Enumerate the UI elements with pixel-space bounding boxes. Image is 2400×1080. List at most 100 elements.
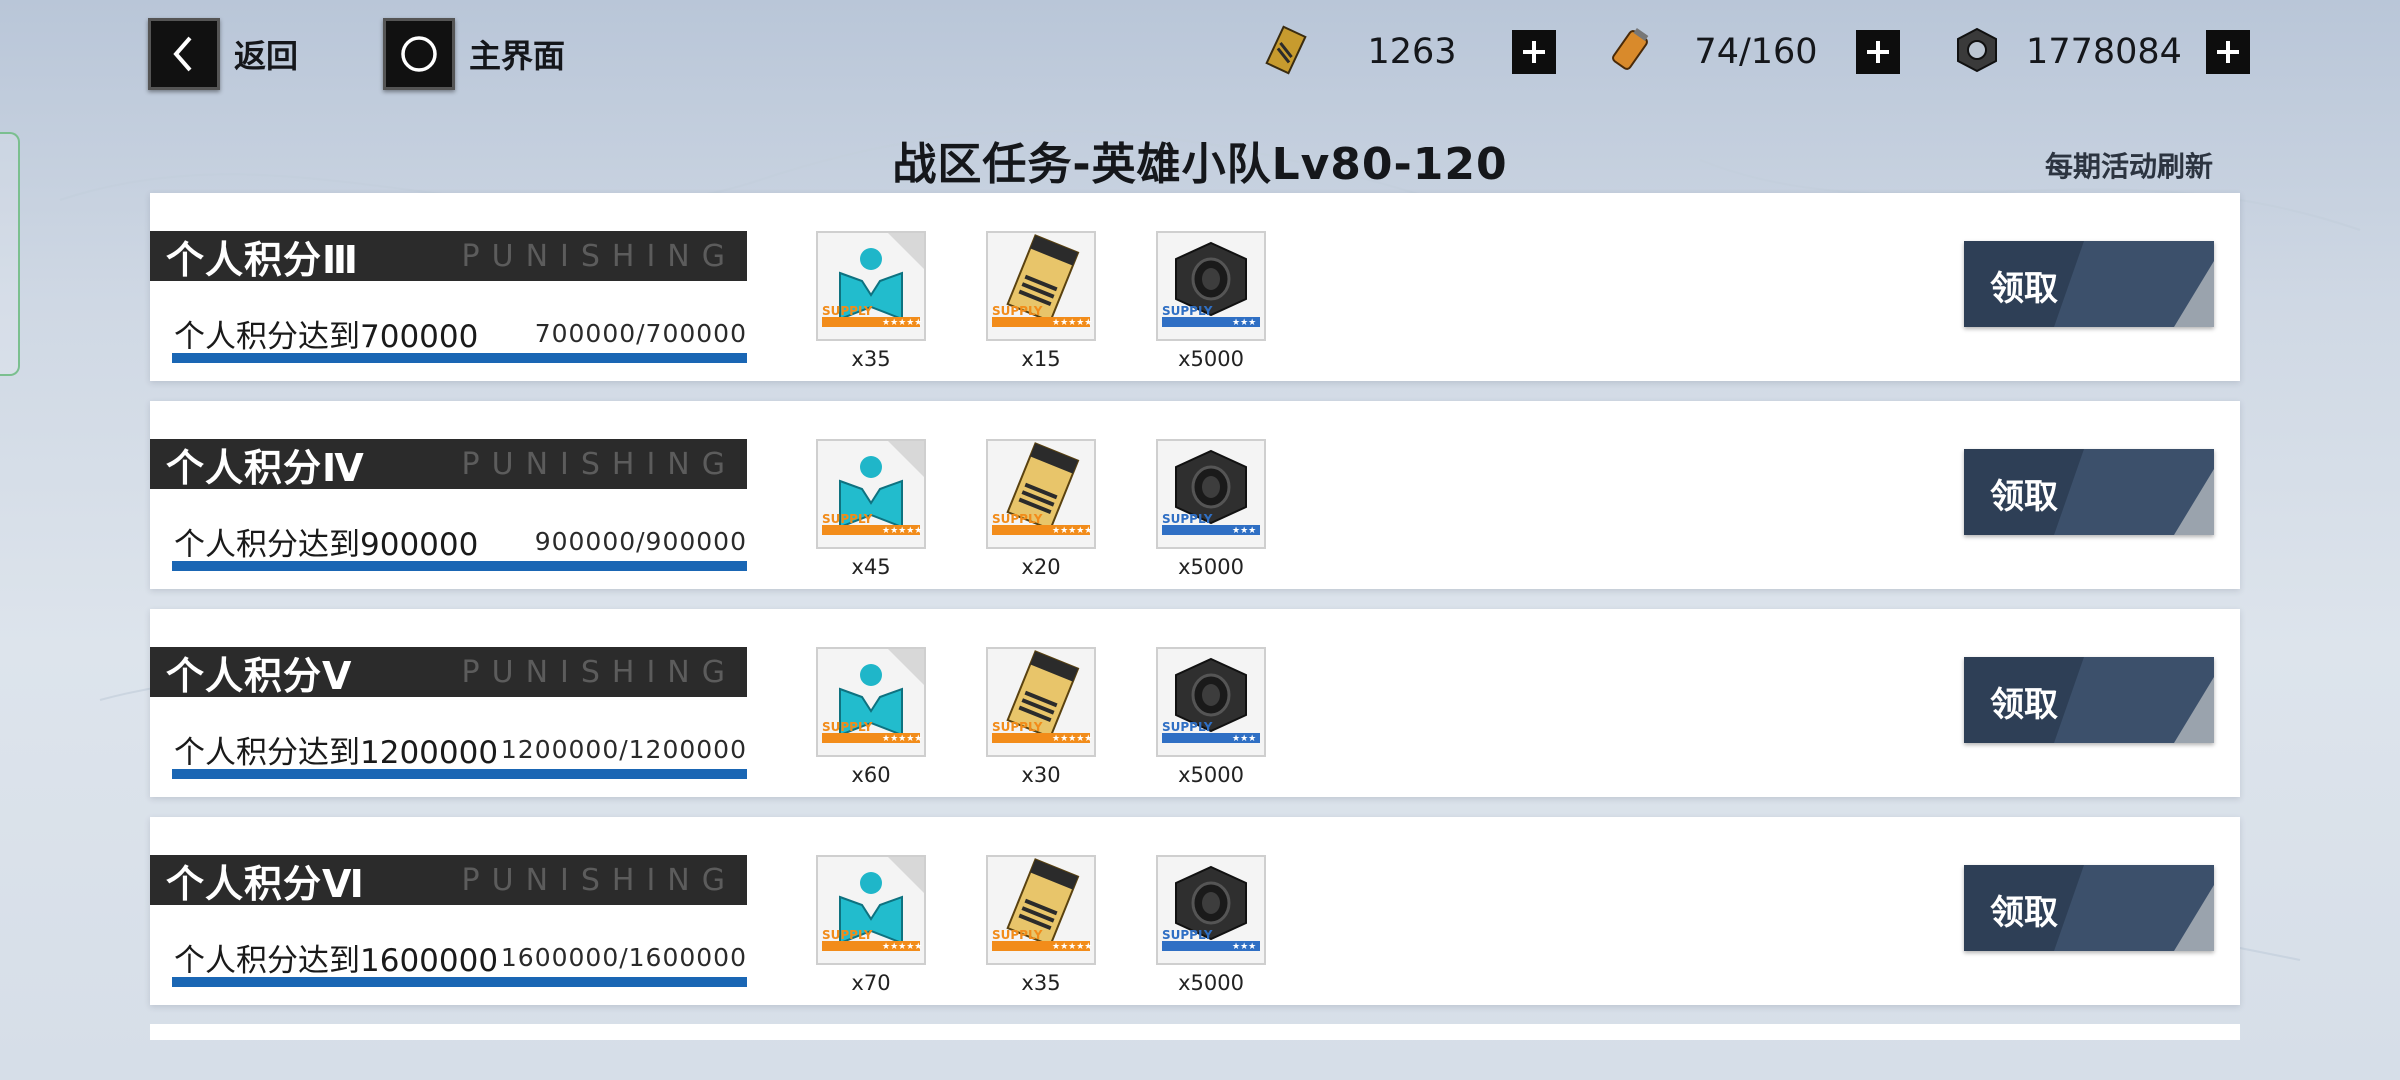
reward-count: x30 [1021,763,1061,787]
reward-count: x35 [851,347,891,371]
reward-item[interactable]: SUPPLY ★★★★★ x35 [986,855,1096,995]
reward-count: x5000 [1178,971,1244,995]
reward-item[interactable]: SUPPLY ★★★★★ x20 [986,439,1096,579]
reward-item[interactable]: SUPPLY ★★★ x5000 [1156,855,1266,995]
add-fuel-button[interactable] [1856,30,1900,74]
claim-button[interactable]: 领取 [1964,241,2214,327]
claim-label: 领取 [1990,685,2058,725]
task-description: 个人积分达到1200000 [174,735,499,771]
svg-text:SUPPLY: SUPPLY [992,512,1043,526]
page-title: 战区任务-英雄小队Lv80-120 [892,139,1508,190]
gold-ticket-icon: SUPPLY ★★★★★ [986,439,1096,549]
reward-item[interactable]: SUPPLY ★★★★★ x35 [816,231,926,371]
plus-icon [1867,41,1889,63]
task-description: 个人积分达到700000 [174,319,479,355]
claim-label: 领取 [1990,477,2058,517]
back-label: 返回 [234,37,299,75]
task-description: 个人积分达到900000 [174,527,479,563]
reward-count: x60 [851,763,891,787]
home-circle-icon [383,18,455,90]
task-progress-text: 1600000/1600000 [500,943,747,972]
reward-item[interactable]: SUPPLY ★★★★★ x30 [986,647,1096,787]
svg-text:★★★★★: ★★★★★ [1052,734,1092,744]
task-description: 个人积分达到1600000 [174,943,499,979]
svg-text:SUPPLY: SUPPLY [822,512,873,526]
reward-item[interactable]: SUPPLY ★★★ x5000 [1156,439,1266,579]
task-progress-bar [172,353,747,363]
svg-text:SUPPLY: SUPPLY [992,720,1043,734]
claim-button[interactable]: 领取 [1964,657,2214,743]
hex-nut-icon: SUPPLY ★★★ [1156,439,1266,549]
task-name: 个人积分Ⅳ [166,445,365,490]
svg-text:SUPPLY: SUPPLY [1162,304,1213,318]
reward-count: x70 [851,971,891,995]
refresh-note: 每期活动刷新 [2044,150,2213,183]
task-progress-fill [172,769,747,779]
reward-count: x20 [1021,555,1061,579]
gold-card-icon [1260,24,1312,80]
svg-text:SUPPLY: SUPPLY [992,928,1043,942]
svg-text:★★★: ★★★ [1232,942,1256,952]
reward-item[interactable]: SUPPLY ★★★★★ x45 [816,439,926,579]
add-gold-card-button[interactable] [1512,30,1556,74]
character-shard-icon: SUPPLY ★★★★★ [816,231,926,341]
svg-text:★★★: ★★★ [1232,526,1256,536]
task-header: 个人积分Ⅴ PUNISHING [150,647,747,698]
task-name: 个人积分Ⅴ [166,653,353,698]
task-progress-text: 1200000/1200000 [500,735,747,764]
task-progress-fill [172,353,747,363]
back-button[interactable]: 返回 [148,18,298,90]
reward-item[interactable]: SUPPLY ★★★★★ x15 [986,231,1096,371]
reward-item[interactable]: SUPPLY ★★★★★ x60 [816,647,926,787]
svg-text:SUPPLY: SUPPLY [1162,720,1213,734]
task-card: 个人积分Ⅲ PUNISHING 个人积分达到700000 700000/7000… [150,193,2240,381]
svg-text:SUPPLY: SUPPLY [1162,512,1213,526]
fuel-cell-icon [1604,24,1656,80]
svg-text:★★★: ★★★ [1232,318,1256,328]
reward-item[interactable]: SUPPLY ★★★ x5000 [1156,647,1266,787]
reward-item[interactable]: SUPPLY ★★★★★ x70 [816,855,926,995]
task-watermark: PUNISHING [461,862,737,898]
gold-ticket-icon: SUPPLY ★★★★★ [986,855,1096,965]
svg-text:★★★★★: ★★★★★ [1052,526,1092,536]
hex-nut-icon: SUPPLY ★★★ [1156,647,1266,757]
task-header: 个人积分Ⅳ PUNISHING [150,439,747,490]
resource-gold-card: 1263 [1260,24,1556,80]
svg-text:★★★★★: ★★★★★ [882,526,922,536]
task-progress-fill [172,977,747,987]
resource-gold-card-value: 1263 [1367,32,1457,72]
svg-text:SUPPLY: SUPPLY [992,304,1043,318]
character-shard-icon: SUPPLY ★★★★★ [816,855,926,965]
claim-button[interactable]: 领取 [1964,865,2214,951]
plus-icon [1523,41,1545,63]
reward-count: x45 [851,555,891,579]
task-progress-text: 900000/900000 [534,527,747,556]
task-watermark: PUNISHING [461,238,737,274]
plus-icon [2217,41,2239,63]
task-name: 个人积分Ⅲ [166,237,359,282]
task-progress-bar [172,769,747,779]
svg-text:SUPPLY: SUPPLY [822,928,873,942]
home-label: 主界面 [469,37,566,75]
hex-nut-icon [1952,25,2002,79]
svg-text:★★★★★: ★★★★★ [882,318,922,328]
hex-nut-icon: SUPPLY ★★★ [1156,855,1266,965]
resource-fuel-value: 74/160 [1694,32,1818,72]
svg-text:★★★★★: ★★★★★ [1052,942,1092,952]
add-nut-button[interactable] [2206,30,2250,74]
claim-button[interactable]: 领取 [1964,449,2214,535]
svg-text:SUPPLY: SUPPLY [1162,928,1213,942]
claim-label: 领取 [1990,269,2058,309]
gold-ticket-icon: SUPPLY ★★★★★ [986,647,1096,757]
home-button[interactable]: 主界面 [383,18,565,90]
resource-nut: 1778084 [1952,24,2250,80]
task-header: 个人积分Ⅵ PUNISHING [150,855,747,906]
reward-count: x5000 [1178,763,1244,787]
task-progress-text: 700000/700000 [534,319,747,348]
svg-text:SUPPLY: SUPPLY [822,304,873,318]
svg-text:★★★★★: ★★★★★ [882,942,922,952]
task-watermark: PUNISHING [461,654,737,690]
svg-text:★★★★★: ★★★★★ [1052,318,1092,328]
resource-nut-value: 1778084 [2026,32,2182,72]
reward-item[interactable]: SUPPLY ★★★ x5000 [1156,231,1266,371]
